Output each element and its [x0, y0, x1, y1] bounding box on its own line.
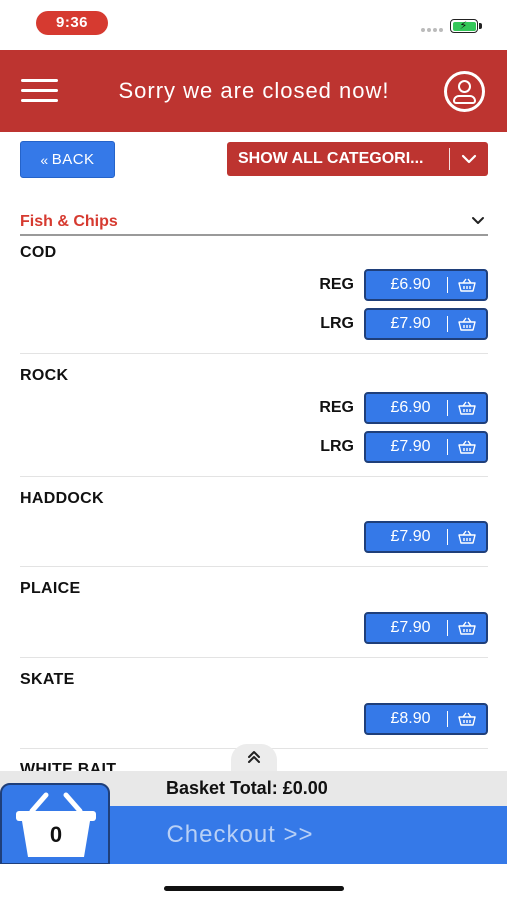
basket-button[interactable]: 0	[0, 783, 110, 865]
double-chevron-up-icon	[247, 750, 261, 769]
add-to-basket-button[interactable]: £6.90	[364, 269, 488, 301]
menu-item: PLAICE £7.90	[20, 580, 488, 658]
status-bar: 9:36 ⚡	[0, 0, 507, 50]
basket-icon	[448, 530, 486, 544]
item-name: PLAICE	[20, 580, 81, 597]
menu-item: COD REG £6.90 LRG £7.90	[20, 244, 488, 354]
category-select[interactable]: SHOW ALL CATEGORI...	[227, 142, 488, 176]
scroll-to-top-button[interactable]	[231, 744, 277, 774]
basket-icon	[448, 317, 486, 331]
category-section-header[interactable]: Fish & Chips	[20, 210, 488, 236]
basket-icon	[448, 401, 486, 415]
back-button[interactable]: « BACK	[20, 141, 115, 178]
add-to-basket-button[interactable]: £7.90	[364, 431, 488, 463]
add-to-basket-button[interactable]: £7.90	[364, 521, 488, 553]
price-label: £7.90	[390, 619, 431, 636]
item-name: HADDOCK	[20, 490, 104, 507]
menu-item: SKATE £8.90	[20, 671, 488, 749]
category-select-divider	[449, 148, 450, 170]
price-label: £7.90	[390, 438, 431, 455]
price-label: £6.90	[390, 399, 431, 416]
price-label: £7.90	[390, 315, 431, 332]
header-title: Sorry we are closed now!	[118, 78, 390, 103]
battery-cap	[479, 23, 482, 29]
category-select-label: SHOW ALL CATEGORI...	[238, 150, 424, 167]
hamburger-menu-icon[interactable]	[21, 79, 58, 103]
basket-icon	[448, 440, 486, 454]
status-time: 9:36	[36, 11, 108, 35]
item-name: SKATE	[20, 671, 75, 688]
basket-icon	[448, 278, 486, 292]
checkout-label: Checkout >>	[166, 821, 314, 848]
add-to-basket-button[interactable]: £8.90	[364, 703, 488, 735]
home-indicator-area	[0, 864, 507, 900]
profile-icon[interactable]	[444, 71, 485, 112]
add-to-basket-button[interactable]: £6.90	[364, 392, 488, 424]
battery-icon: ⚡	[450, 19, 478, 33]
app-header: Sorry we are closed now!	[0, 50, 507, 132]
signal-icon	[421, 28, 443, 32]
size-label: LRG	[320, 315, 354, 332]
basket-total: Basket Total: £0.00	[166, 778, 328, 798]
section-title: Fish & Chips	[20, 213, 118, 230]
price-label: £8.90	[390, 710, 431, 727]
menu-item: HADDOCK £7.90	[20, 490, 488, 567]
size-label: REG	[319, 276, 354, 293]
double-chevron-left-icon: «	[40, 151, 49, 168]
basket-count: 0	[49, 822, 63, 847]
basket-icon	[448, 712, 486, 726]
chevron-down-icon	[470, 212, 486, 228]
add-to-basket-button[interactable]: £7.90	[364, 308, 488, 340]
home-indicator[interactable]	[164, 886, 344, 891]
item-name: ROCK	[20, 367, 69, 384]
price-label: £7.90	[390, 528, 431, 545]
price-label: £6.90	[390, 276, 431, 293]
basket-icon	[448, 621, 486, 635]
menu-item: ROCK REG £6.90 LRG £7.90	[20, 367, 488, 477]
item-name: COD	[20, 244, 57, 261]
size-label: LRG	[320, 438, 354, 455]
size-label: REG	[319, 399, 354, 416]
add-to-basket-button[interactable]: £7.90	[364, 612, 488, 644]
chevron-down-icon	[450, 154, 488, 164]
back-button-label: BACK	[51, 151, 95, 168]
